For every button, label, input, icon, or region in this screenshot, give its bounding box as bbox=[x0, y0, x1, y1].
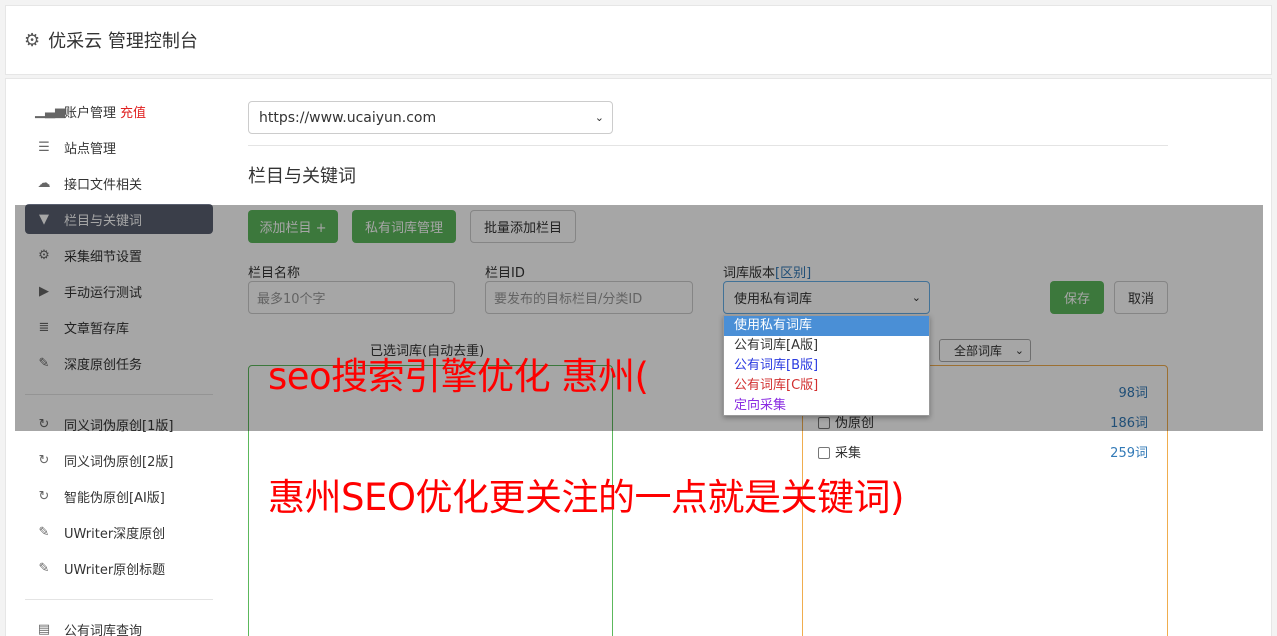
sidebar-item[interactable]: ↻ 智能伪原创[AI版] bbox=[25, 481, 213, 511]
chevron-down-icon: ⌄ bbox=[594, 111, 604, 124]
divider bbox=[248, 145, 1168, 146]
watermark-line-1: seo搜索引擎优化 惠州( bbox=[268, 355, 649, 398]
sidebar-item-label: 智能伪原创[AI版] bbox=[64, 490, 165, 506]
gear-icon: ⚙ bbox=[24, 29, 41, 51]
site-select-value: https://www.ucaiyun.com bbox=[259, 109, 437, 126]
book-icon: ▤ bbox=[37, 621, 51, 636]
list-item-label: 采集 bbox=[835, 445, 862, 461]
sidebar-item[interactable]: ✎ UWriter深度原创 bbox=[25, 517, 213, 547]
sidebar-item-label: UWriter深度原创 bbox=[64, 526, 166, 542]
sidebar-item[interactable]: ☁ 接口文件相关 bbox=[25, 168, 213, 198]
sidebar-item-label: 同义词伪原创[2版] bbox=[64, 454, 174, 470]
page-title: 优采云 管理控制台 bbox=[48, 31, 198, 52]
app-header: ⚙ 优采云 管理控制台 bbox=[5, 5, 1272, 75]
cloud-upload-icon: ☁ bbox=[37, 175, 51, 191]
dropdown-option[interactable]: 公有词库[A版] bbox=[724, 336, 929, 356]
list-item-count: 259词 bbox=[1110, 445, 1148, 461]
sidebar-item-label: UWriter原创标题 bbox=[64, 562, 166, 578]
sidebar-item[interactable]: ▁▃▅ 账户管理 充值 bbox=[25, 96, 213, 126]
edit-icon: ✎ bbox=[38, 524, 50, 540]
dropdown-option[interactable]: 公有词库[B版] bbox=[724, 356, 929, 376]
watermark-line-2: 惠州SEO优化更关注的一点就是关键词) bbox=[268, 476, 904, 519]
dropdown-option[interactable]: 使用私有词库 bbox=[724, 316, 929, 336]
list-item[interactable]: 采集 259词 bbox=[818, 441, 1148, 461]
section-title: 栏目与关键词 bbox=[248, 166, 356, 187]
library-version-dropdown: 使用私有词库 公有词库[A版] 公有词库[B版] 公有词库[C版] 定向采集 bbox=[723, 315, 930, 416]
dropdown-option[interactable]: 定向采集 bbox=[724, 396, 929, 416]
recharge-link[interactable]: 充值 bbox=[120, 102, 146, 121]
bar-chart-icon: ▁▃▅ bbox=[35, 103, 65, 119]
sidebar-divider bbox=[25, 599, 213, 600]
dropdown-option[interactable]: 公有词库[C版] bbox=[724, 376, 929, 396]
server-icon: ☰ bbox=[38, 139, 50, 155]
site-select[interactable]: https://www.ucaiyun.com ⌄ bbox=[248, 101, 613, 134]
refresh-icon: ↻ bbox=[38, 488, 50, 504]
edit-icon: ✎ bbox=[38, 560, 50, 576]
sidebar-item[interactable]: ▤ 公有词库查询 bbox=[25, 614, 213, 636]
sidebar-item[interactable]: ☰ 站点管理 bbox=[25, 132, 213, 162]
sidebar-item-label: 账户管理 bbox=[64, 105, 117, 121]
sidebar-item-label: 接口文件相关 bbox=[64, 177, 143, 193]
sidebar-item[interactable]: ↻ 同义词伪原创[2版] bbox=[25, 445, 213, 475]
sidebar-item[interactable]: ✎ UWriter原创标题 bbox=[25, 553, 213, 583]
refresh-icon: ↻ bbox=[38, 452, 50, 468]
checkbox[interactable] bbox=[818, 447, 830, 459]
sidebar-item-label: 站点管理 bbox=[64, 141, 117, 157]
sidebar-item-label: 公有词库查询 bbox=[64, 623, 143, 636]
